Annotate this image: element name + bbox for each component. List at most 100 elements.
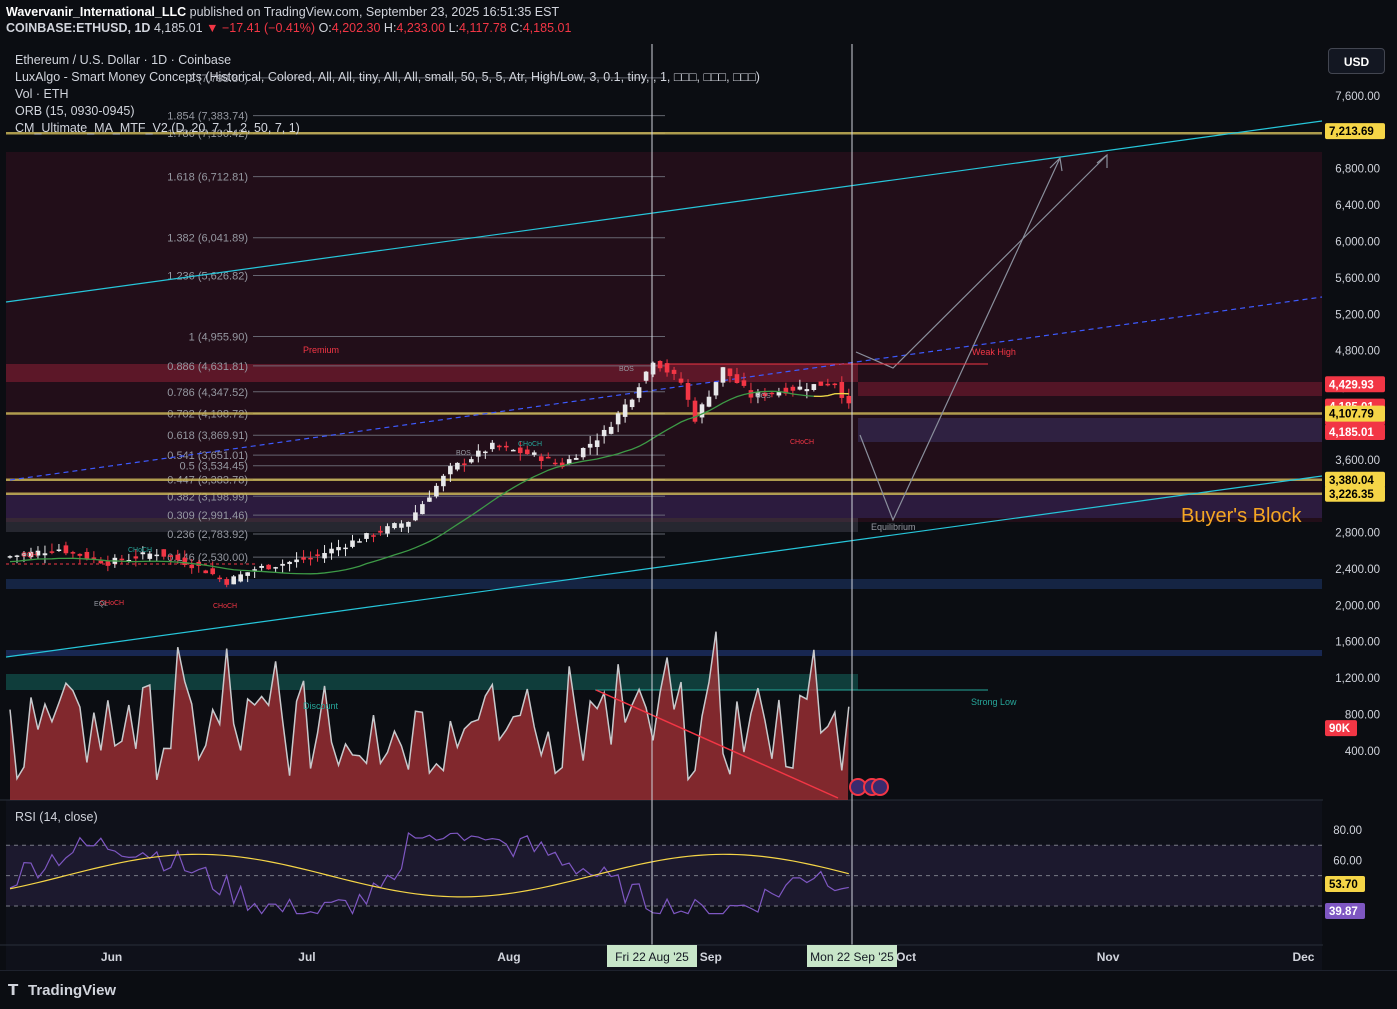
candle-body [203, 570, 209, 574]
candle-body [650, 362, 656, 375]
smc-label: CHoCH [790, 439, 814, 446]
candle-body [42, 553, 48, 556]
candle-body [343, 547, 348, 550]
price-badge-label: 4,429.93 [1329, 379, 1374, 391]
candle-body [238, 574, 243, 582]
candle-body [531, 452, 537, 455]
candle-body [259, 565, 264, 568]
candle-body [846, 395, 852, 404]
candle-body [182, 557, 188, 565]
candle-body [315, 554, 320, 556]
candle-body [622, 404, 628, 417]
fib-label: 0.618 (3,869.91) [167, 430, 248, 442]
candle-body [161, 549, 167, 557]
time-tick: Nov [1097, 950, 1120, 964]
event-flag-icon [871, 778, 889, 796]
fib-label: 1.236 (5,626.82) [167, 270, 248, 282]
high-label: H: [383, 21, 397, 35]
currency-button[interactable]: USD [1328, 48, 1385, 74]
price-tick: 1,200.00 [1335, 673, 1380, 685]
candle-body [713, 382, 719, 396]
order-block [6, 518, 858, 532]
candle-body [357, 541, 362, 543]
candle-body [685, 382, 691, 400]
candle-body [399, 523, 404, 528]
publisher-name: Wavervanir_International_LLC [6, 5, 187, 19]
candle-body [378, 530, 383, 533]
candle-body [825, 383, 831, 386]
indicator-volume[interactable]: Vol · ETH [15, 86, 760, 103]
close-label: C: [510, 21, 523, 35]
fib-label: 1.382 (6,041.89) [167, 233, 248, 245]
price-tick: 2,000.00 [1335, 600, 1380, 612]
crosshair-date-label: Mon 22 Sep '25 [810, 950, 894, 964]
fib-label: 1.618 (6,712.81) [167, 172, 248, 184]
candle-body [175, 554, 181, 561]
price-tick: 2,800.00 [1335, 528, 1380, 540]
candle-body [14, 555, 20, 557]
smc-label: Strong Low [971, 697, 1017, 707]
publish-header: Wavervanir_International_LLC published o… [6, 4, 571, 36]
price-tick: 800.00 [1345, 709, 1380, 721]
candle-body [517, 447, 523, 454]
smc-label: BOS [456, 450, 471, 457]
rsi-title[interactable]: RSI (14, close) [15, 810, 98, 824]
price-change: ▼ −17.41 (−0.41%) [206, 21, 316, 35]
candle-body [469, 459, 474, 463]
candle-body [629, 399, 635, 408]
smc-label: CHoCH [518, 441, 542, 448]
low-label: L: [448, 21, 460, 35]
smc-label: EQH [22, 552, 37, 559]
candle-body [70, 552, 76, 554]
close-value: 4,185.01 [522, 21, 572, 35]
candle-body [790, 386, 796, 391]
discount-zone [6, 674, 858, 690]
candle-body [308, 557, 313, 560]
candle-body [224, 579, 229, 585]
candle-body [441, 475, 446, 487]
candle-body [245, 572, 250, 576]
candle-body [154, 554, 160, 557]
fib-label: 0.786 (4,347.52) [167, 387, 248, 399]
rsi-badge-label: 39.87 [1329, 906, 1358, 918]
tradingview-logo[interactable]: 𝗧 TradingView [8, 981, 116, 999]
candle-body [420, 504, 425, 515]
candle-body [427, 497, 432, 502]
fib-label: 0.5 (3,534.45) [180, 461, 249, 473]
price-tick: 6,400.00 [1335, 200, 1380, 212]
indicator-ma[interactable]: CM_Ultimate_MA_MTF_V2 (D, 20, 7, 1, 2, 5… [15, 120, 760, 137]
series-title[interactable]: Ethereum / U.S. Dollar · 1D · Coinbase [15, 52, 760, 69]
smc-label: Weak High [972, 347, 1016, 357]
fib-label: 0.236 (2,783.92) [167, 529, 248, 541]
smc-label: EQL [94, 601, 108, 608]
candle-body [287, 561, 292, 565]
candle-body [217, 577, 222, 580]
price-tick: 6,000.00 [1335, 237, 1380, 249]
price-tick: 400.00 [1345, 746, 1380, 758]
indicator-smc[interactable]: LuxAlgo - Smart Money Concepts (Historic… [15, 69, 760, 86]
footer: 𝗧 TradingView [0, 970, 1397, 1009]
discount-edge [6, 650, 1322, 656]
candle-body [797, 386, 803, 390]
candle-body [734, 374, 740, 383]
fib-label: 0.309 (2,991.46) [167, 510, 248, 522]
candle-body [147, 553, 153, 559]
brand-name: TradingView [28, 982, 117, 999]
candle-body [545, 456, 551, 459]
candle-body [322, 552, 327, 559]
candle-body [189, 564, 195, 569]
published-text: published on TradingView.com, September … [189, 5, 560, 19]
candle-body [811, 384, 817, 390]
rsi-tick: 60.00 [1333, 855, 1362, 867]
indicator-orb[interactable]: ORB (15, 0930-0945) [15, 103, 760, 120]
price-tick: 6,800.00 [1335, 164, 1380, 176]
candle-body [294, 559, 299, 563]
candle-body [105, 561, 111, 566]
candle-body [63, 545, 69, 554]
fib-label: 0.886 (4,631.81) [167, 361, 248, 373]
symbol-label: COINBASE:ETHUSD, 1D [6, 21, 151, 35]
time-tick: Jun [101, 950, 122, 964]
candle-body [594, 440, 600, 448]
candle-body [385, 526, 390, 534]
price-chart[interactable]: 2 (7,798.80)1.854 (7,383.74)1.786 (7,190… [0, 0, 1397, 970]
